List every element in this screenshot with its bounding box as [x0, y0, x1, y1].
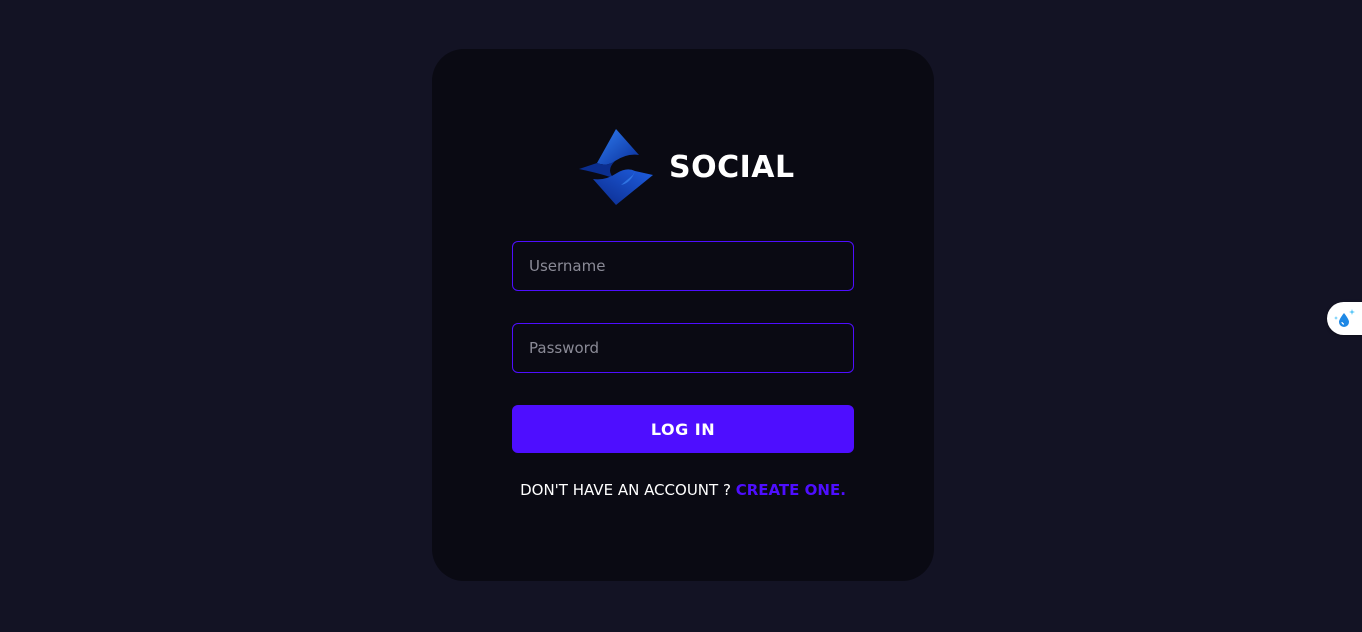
brand: SOCIAL: [577, 127, 795, 207]
password-input[interactable]: [512, 323, 854, 373]
register-prompt: DON'T HAVE AN ACCOUNT ? CREATE ONE.: [512, 481, 854, 499]
brand-name: SOCIAL: [669, 149, 795, 185]
water-drop-sparkle-icon: [1333, 307, 1357, 331]
username-input[interactable]: [512, 241, 854, 291]
register-prompt-text: DON'T HAVE AN ACCOUNT ?: [520, 481, 736, 499]
create-account-link[interactable]: CREATE ONE.: [736, 481, 846, 499]
login-card: SOCIAL LOG IN DON'T HAVE AN ACCOUNT ? CR…: [432, 49, 934, 581]
extension-widget[interactable]: [1327, 302, 1362, 335]
login-button[interactable]: LOG IN: [512, 405, 854, 453]
diamond-s-logo-icon: [577, 127, 655, 207]
